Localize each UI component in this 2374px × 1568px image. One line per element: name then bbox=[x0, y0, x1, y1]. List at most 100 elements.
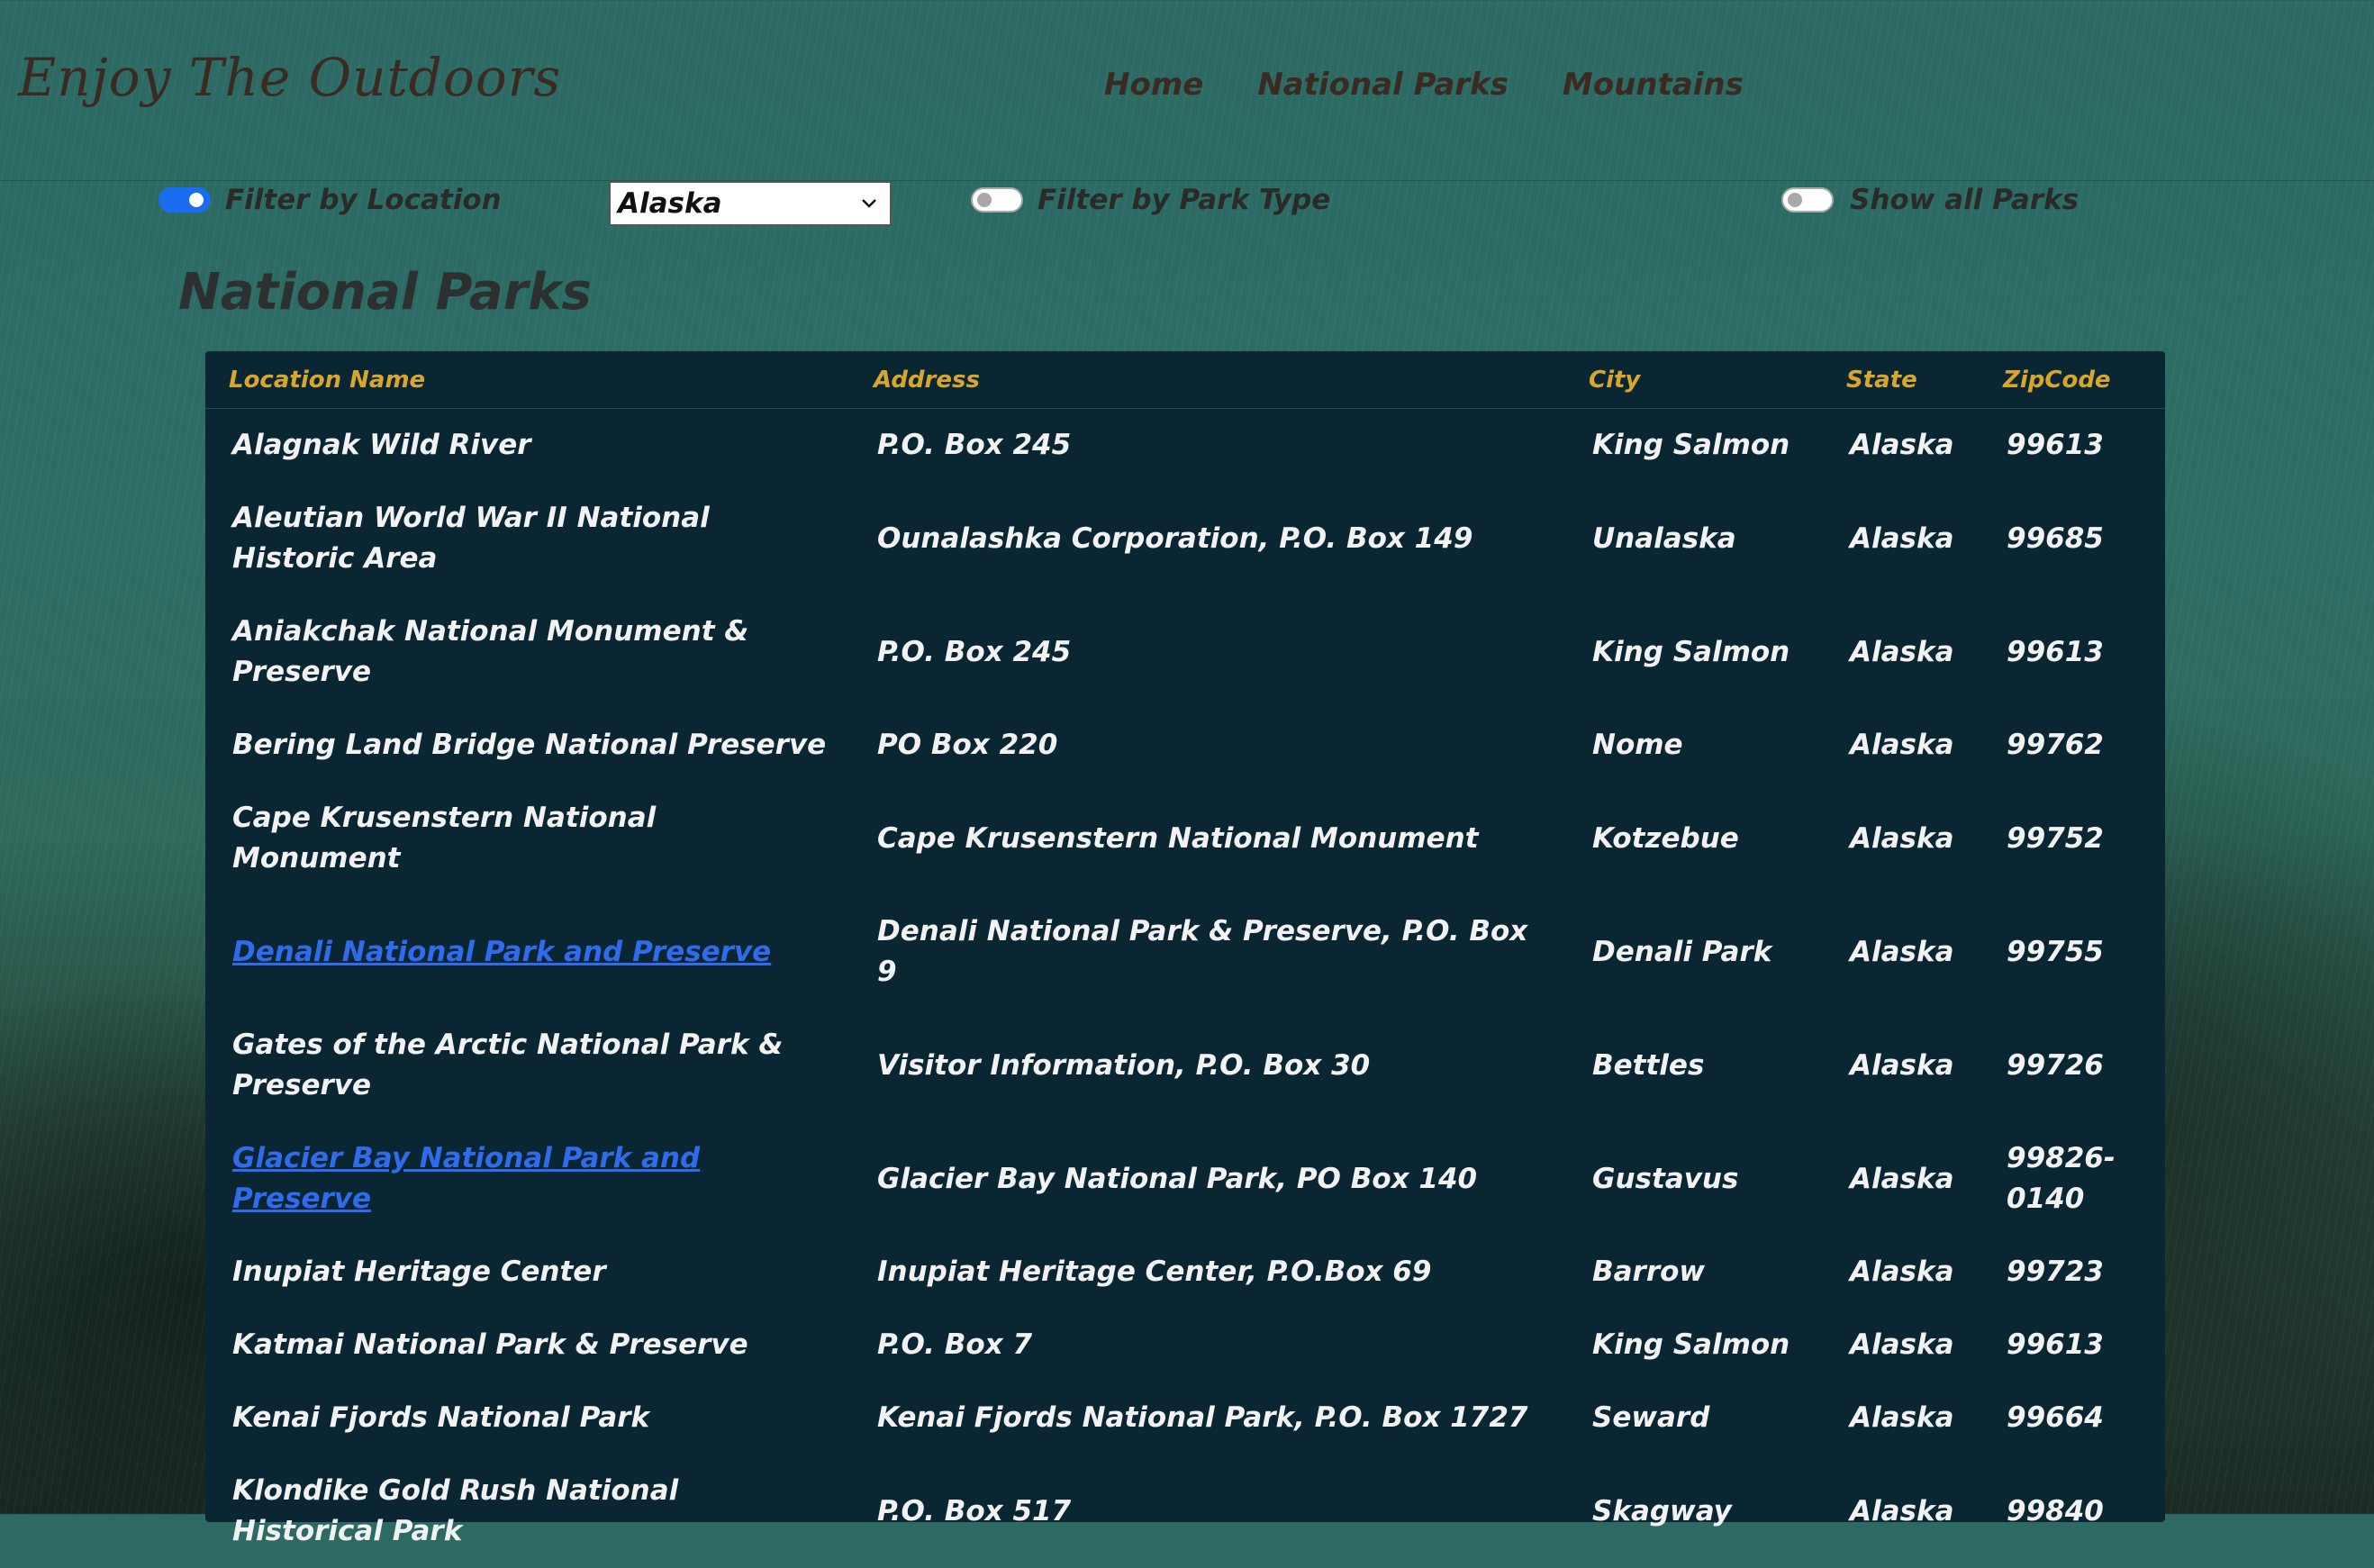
cell-city: King Salmon bbox=[1565, 1309, 1823, 1382]
cell-city: Nome bbox=[1565, 709, 1823, 782]
cell-state: Alaska bbox=[1823, 1382, 1980, 1455]
cell-address: Kenai Fjords National Park, P.O. Box 172… bbox=[850, 1382, 1565, 1455]
nav-home[interactable]: Home bbox=[1104, 67, 1203, 103]
cell-state: Alaska bbox=[1823, 1455, 1980, 1568]
cell-address: Ounalashka Corporation, P.O. Box 149 bbox=[850, 482, 1565, 595]
cell-state: Alaska bbox=[1823, 782, 1980, 895]
nav-mountains[interactable]: Mountains bbox=[1563, 67, 1744, 103]
cell-location-name: Bering Land Bridge National Preserve bbox=[205, 709, 850, 782]
cell-location-name: Inupiat Heritage Center bbox=[205, 1236, 850, 1309]
cell-location-name: Cape Krusenstern National Monument bbox=[205, 782, 850, 895]
column-header-zipcode: ZipCode bbox=[1980, 351, 2165, 409]
cell-zipcode: 99726 bbox=[1980, 1009, 2165, 1122]
cell-location-name: Aleutian World War II National Historic … bbox=[205, 482, 850, 595]
cell-city: Kotzebue bbox=[1565, 782, 1823, 895]
table-body: Alagnak Wild RiverP.O. Box 245King Salmo… bbox=[205, 409, 2165, 1568]
cell-address: P.O. Box 517 bbox=[850, 1455, 1565, 1568]
cell-address: Glacier Bay National Park, PO Box 140 bbox=[850, 1122, 1565, 1236]
cell-zipcode: 99723 bbox=[1980, 1236, 2165, 1309]
cell-state: Alaska bbox=[1823, 1236, 1980, 1309]
cell-location-name: Kenai Fjords National Park bbox=[205, 1382, 850, 1455]
cell-city: Skagway bbox=[1565, 1455, 1823, 1568]
column-header-state: State bbox=[1823, 351, 1980, 409]
cell-state: Alaska bbox=[1823, 895, 1980, 1009]
table-row: Inupiat Heritage CenterInupiat Heritage … bbox=[205, 1236, 2165, 1309]
cell-zipcode: 99755 bbox=[1980, 895, 2165, 1009]
cell-zipcode: 99613 bbox=[1980, 595, 2165, 709]
cell-location-name: Gates of the Arctic National Park & Pres… bbox=[205, 1009, 850, 1122]
location-select[interactable]: Alaska bbox=[609, 181, 892, 226]
table-row: Klondike Gold Rush National Historical P… bbox=[205, 1455, 2165, 1568]
cell-state: Alaska bbox=[1823, 1309, 1980, 1382]
location-filter-label: Filter by Location bbox=[225, 184, 502, 216]
table-header-row: Location Name Address City State ZipCode bbox=[205, 351, 2165, 409]
cell-address: P.O. Box 245 bbox=[850, 595, 1565, 709]
toggle-knob bbox=[189, 193, 204, 207]
table-row: Alagnak Wild RiverP.O. Box 245King Salmo… bbox=[205, 409, 2165, 483]
cell-address: P.O. Box 7 bbox=[850, 1309, 1565, 1382]
cell-zipcode: 99840 bbox=[1980, 1455, 2165, 1568]
cell-zipcode: 99685 bbox=[1980, 482, 2165, 595]
cell-city: Unalaska bbox=[1565, 482, 1823, 595]
cell-state: Alaska bbox=[1823, 1122, 1980, 1236]
toggle-knob bbox=[1788, 193, 1802, 207]
location-filter-toggle[interactable] bbox=[159, 187, 211, 213]
table-row: Gates of the Arctic National Park & Pres… bbox=[205, 1009, 2165, 1122]
toggle-knob bbox=[977, 193, 992, 207]
chevron-down-icon bbox=[856, 193, 883, 214]
park-type-filter-toggle[interactable] bbox=[971, 187, 1023, 213]
park-link[interactable]: Denali National Park and Preserve bbox=[232, 936, 771, 968]
cell-address: PO Box 220 bbox=[850, 709, 1565, 782]
cell-location-name: Alagnak Wild River bbox=[205, 409, 850, 483]
parks-table: Location Name Address City State ZipCode… bbox=[205, 351, 2165, 1522]
table-row: Bering Land Bridge National PreservePO B… bbox=[205, 709, 2165, 782]
cell-zipcode: 99613 bbox=[1980, 1309, 2165, 1382]
cell-city: King Salmon bbox=[1565, 409, 1823, 483]
table-row: Cape Krusenstern National MonumentCape K… bbox=[205, 782, 2165, 895]
table-row: Denali National Park and Preserve Denali … bbox=[205, 895, 2165, 1009]
cell-state: Alaska bbox=[1823, 482, 1980, 595]
cell-zipcode: 99826-0140 bbox=[1980, 1122, 2165, 1236]
cell-state: Alaska bbox=[1823, 409, 1980, 483]
cell-city: Gustavus bbox=[1565, 1122, 1823, 1236]
table-row: Kenai Fjords National ParkKenai Fjords N… bbox=[205, 1382, 2165, 1455]
cell-city: Denali Park bbox=[1565, 895, 1823, 1009]
cell-location-name: Klondike Gold Rush National Historical P… bbox=[205, 1455, 850, 1568]
cell-location-name: Denali National Park and Preserve bbox=[205, 895, 850, 1009]
main-nav: Home National Parks Mountains bbox=[1104, 67, 1744, 103]
cell-address: Inupiat Heritage Center, P.O.Box 69 bbox=[850, 1236, 1565, 1309]
header-divider bbox=[0, 180, 2374, 181]
cell-city: Bettles bbox=[1565, 1009, 1823, 1122]
show-all-toggle[interactable] bbox=[1781, 187, 1834, 213]
cell-address: Cape Krusenstern National Monument bbox=[850, 782, 1565, 895]
cell-zipcode: 99762 bbox=[1980, 709, 2165, 782]
cell-address: Denali National Park & Preserve, P.O. Bo… bbox=[850, 895, 1565, 1009]
table-row: Aleutian World War II National Historic … bbox=[205, 482, 2165, 595]
cell-location-name: Katmai National Park & Preserve bbox=[205, 1309, 850, 1382]
cell-address: Visitor Information, P.O. Box 30 bbox=[850, 1009, 1565, 1122]
cell-zipcode: 99752 bbox=[1980, 782, 2165, 895]
column-header-address: Address bbox=[850, 351, 1565, 409]
cell-city: King Salmon bbox=[1565, 595, 1823, 709]
cell-state: Alaska bbox=[1823, 1009, 1980, 1122]
column-header-location: Location Name bbox=[205, 351, 850, 409]
brand-logo[interactable]: Enjoy The Outdoors bbox=[18, 47, 561, 108]
table-row: Aniakchak National Monument & PreserveP.… bbox=[205, 595, 2165, 709]
location-select-value: Alaska bbox=[611, 187, 856, 220]
cell-city: Barrow bbox=[1565, 1236, 1823, 1309]
nav-national-parks[interactable]: National Parks bbox=[1257, 67, 1509, 103]
cell-state: Alaska bbox=[1823, 595, 1980, 709]
show-all-label: Show all Parks bbox=[1850, 184, 2079, 216]
park-type-filter-label: Filter by Park Type bbox=[1037, 184, 1330, 216]
park-link[interactable]: Glacier Bay National Park and Preserve bbox=[232, 1142, 700, 1215]
table-row: Katmai National Park & PreserveP.O. Box … bbox=[205, 1309, 2165, 1382]
table-row: Glacier Bay National Park and Preserve Gl… bbox=[205, 1122, 2165, 1236]
cell-city: Seward bbox=[1565, 1382, 1823, 1455]
cell-zipcode: 99613 bbox=[1980, 409, 2165, 483]
cell-address: P.O. Box 245 bbox=[850, 409, 1565, 483]
column-header-city: City bbox=[1565, 351, 1823, 409]
cell-state: Alaska bbox=[1823, 709, 1980, 782]
page-title: National Parks bbox=[178, 263, 592, 322]
cell-zipcode: 99664 bbox=[1980, 1382, 2165, 1455]
cell-location-name: Glacier Bay National Park and Preserve bbox=[205, 1122, 850, 1236]
